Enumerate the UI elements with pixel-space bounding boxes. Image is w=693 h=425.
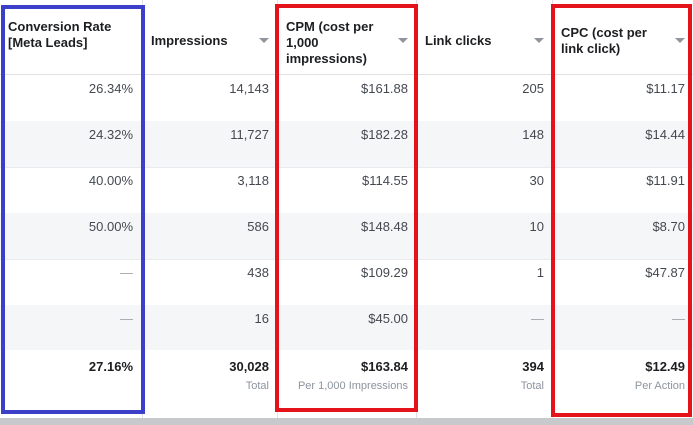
sort-dropdown-icon[interactable] [259, 38, 269, 43]
table-cell: 24.32% [0, 121, 142, 168]
table-cell: 3,118 [143, 167, 278, 214]
cell-value: $114.55 [361, 173, 408, 188]
cell-value: 40.00% [88, 173, 133, 188]
table-cell: 148 [417, 121, 553, 168]
column-header-label: CPM (cost per 1,000 impressions) [286, 19, 374, 66]
table-cell: 40.00% [0, 167, 142, 214]
cell-value: 586 [247, 219, 269, 234]
cell-value: 205 [522, 81, 544, 96]
table-cell: 586 [143, 213, 278, 260]
sort-dropdown-icon[interactable] [534, 38, 544, 43]
table-cell: $11.91 [553, 167, 693, 214]
column-header-label: Impressions [151, 33, 228, 48]
table-cell: 10 [417, 213, 553, 260]
cell-value: 24.32% [88, 127, 133, 142]
total-value: 27.16% [88, 359, 133, 374]
total-caption: Per 1,000 Impressions [297, 380, 408, 392]
column-cpm: CPM (cost per 1,000 impressions) $161.88 $… [277, 0, 417, 418]
table-cell: $8.70 [553, 213, 693, 260]
totals-cell: 394 Total [417, 350, 553, 418]
table-cell: 11,727 [143, 121, 278, 168]
cell-value: 16 [254, 311, 269, 326]
cell-value: $182.28 [361, 127, 408, 142]
table-cell: 1 [417, 259, 553, 306]
cell-value: 148 [522, 127, 544, 142]
cell-value: $45.00 [368, 311, 408, 326]
cell-value: 50.00% [88, 219, 133, 234]
table-cell: $148.48 [278, 213, 417, 260]
cell-value: 14,143 [229, 81, 269, 96]
table-cell: $11.17 [553, 75, 693, 122]
totals-cell: 27.16% [0, 350, 142, 418]
horizontal-scrollbar[interactable] [0, 418, 693, 425]
column-conversion-rate: Conversion Rate [Meta Leads] 26.34% 24.32%… [0, 0, 142, 418]
column-header-conversion-rate[interactable]: Conversion Rate [Meta Leads] [0, 0, 142, 75]
cell-value: — [672, 311, 685, 326]
sort-dropdown-icon[interactable] [398, 38, 408, 43]
cell-value: 26.34% [88, 81, 133, 96]
cell-value: 3,118 [237, 173, 269, 188]
totals-cell: 30,028 Total [143, 350, 278, 418]
table-cell: 26.34% [0, 75, 142, 122]
table-cell: 16 [143, 305, 278, 352]
table-cell: 30 [417, 167, 553, 214]
cell-value: $161.88 [361, 81, 408, 96]
total-value: $163.84 [361, 359, 408, 374]
total-caption: Per Action [634, 380, 685, 392]
table-cell: $109.29 [278, 259, 417, 306]
table-cell: — [417, 305, 553, 352]
column-link-clicks: Link clicks 205 148 30 10 1 — 394 Total [416, 0, 553, 418]
cell-value: 10 [529, 219, 544, 234]
column-header-cpc[interactable]: CPC (cost per link click) [553, 0, 693, 75]
column-header-link-clicks[interactable]: Link clicks [417, 0, 553, 75]
total-caption: Total [245, 380, 269, 392]
cell-value: $109.29 [361, 265, 408, 280]
ads-metrics-table: Conversion Rate [Meta Leads] 26.34% 24.32%… [0, 0, 693, 418]
table-cell: 50.00% [0, 213, 142, 260]
table-cell: 205 [417, 75, 553, 122]
table-cell: — [0, 305, 142, 352]
column-cpc: CPC (cost per link click) $11.17 $14.44 $11… [552, 0, 693, 418]
total-value: $12.49 [645, 359, 685, 374]
column-impressions: Impressions 14,143 11,727 3,118 586 438 16 30,0… [142, 0, 278, 418]
total-caption: Total [520, 380, 544, 392]
table-cell: — [0, 259, 142, 306]
cell-value: $148.48 [361, 219, 408, 234]
table-cell: — [553, 305, 693, 352]
column-header-cpm[interactable]: CPM (cost per 1,000 impressions) [278, 0, 417, 75]
cell-value: 1 [536, 265, 544, 280]
cell-value: — [120, 265, 133, 280]
table-cell: $114.55 [278, 167, 417, 214]
cell-value: 438 [247, 265, 269, 280]
totals-cell: $12.49 Per Action [553, 350, 693, 418]
total-value: 394 [522, 359, 544, 374]
column-header-label: CPC (cost per link click) [561, 25, 647, 56]
sort-dropdown-icon[interactable] [675, 38, 685, 43]
totals-cell: $163.84 Per 1,000 Impressions [278, 350, 417, 418]
cell-value: 30 [529, 173, 544, 188]
cell-value: $11.91 [646, 173, 685, 188]
column-header-label: Conversion Rate [Meta Leads] [8, 19, 112, 50]
table-cell: $182.28 [278, 121, 417, 168]
cell-value: 11,727 [230, 127, 269, 142]
table-cell: 438 [143, 259, 278, 306]
cell-value: $11.17 [646, 81, 685, 96]
table-cell: $14.44 [553, 121, 693, 168]
cell-value: $8.70 [652, 219, 685, 234]
table-cell: $45.00 [278, 305, 417, 352]
cell-value: $14.44 [645, 127, 685, 142]
table-cell: $47.87 [553, 259, 693, 306]
cell-value: — [120, 311, 133, 326]
total-value: 30,028 [229, 359, 269, 374]
cell-value: — [531, 311, 544, 326]
table-cell: $161.88 [278, 75, 417, 122]
table-cell: 14,143 [143, 75, 278, 122]
column-header-impressions[interactable]: Impressions [143, 0, 278, 75]
column-header-label: Link clicks [425, 33, 492, 48]
cell-value: $47.87 [645, 265, 685, 280]
